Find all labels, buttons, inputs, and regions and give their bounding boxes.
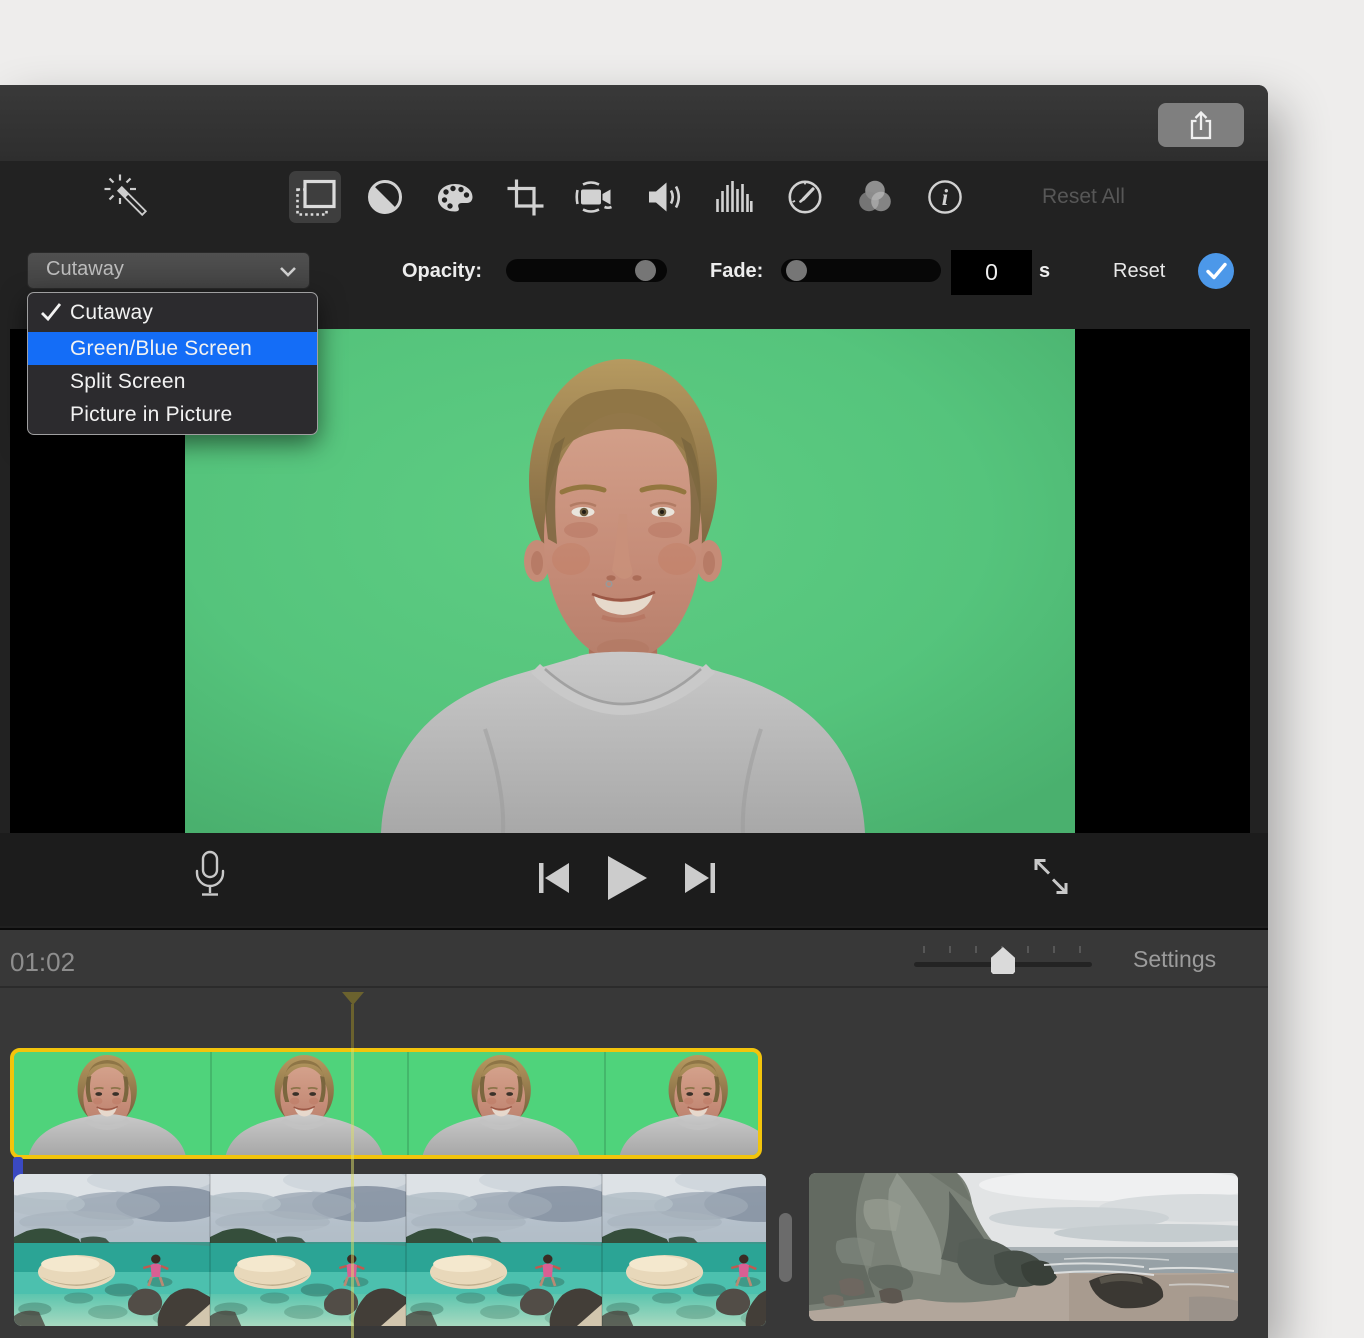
svg-text:i: i: [942, 185, 949, 210]
